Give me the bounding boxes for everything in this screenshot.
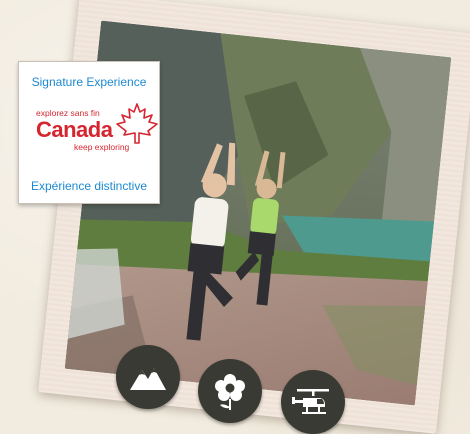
flower-activity-button[interactable] bbox=[198, 359, 262, 423]
badge-bottom-label: Expérience distinctive bbox=[30, 179, 148, 193]
badge-top-label: Signature Experience bbox=[31, 75, 147, 89]
mountains-activity-button[interactable] bbox=[116, 345, 180, 409]
canada-wordmark: Canada bbox=[36, 117, 113, 142]
flower-icon bbox=[215, 374, 245, 410]
signature-experience-badge[interactable]: Signature Experience explorez sans fin C… bbox=[18, 61, 160, 204]
mountains-icon bbox=[130, 368, 166, 390]
helicopter-icon bbox=[292, 389, 329, 414]
maple-leaf-icon bbox=[116, 103, 158, 144]
helicopter-activity-button[interactable] bbox=[281, 370, 345, 434]
